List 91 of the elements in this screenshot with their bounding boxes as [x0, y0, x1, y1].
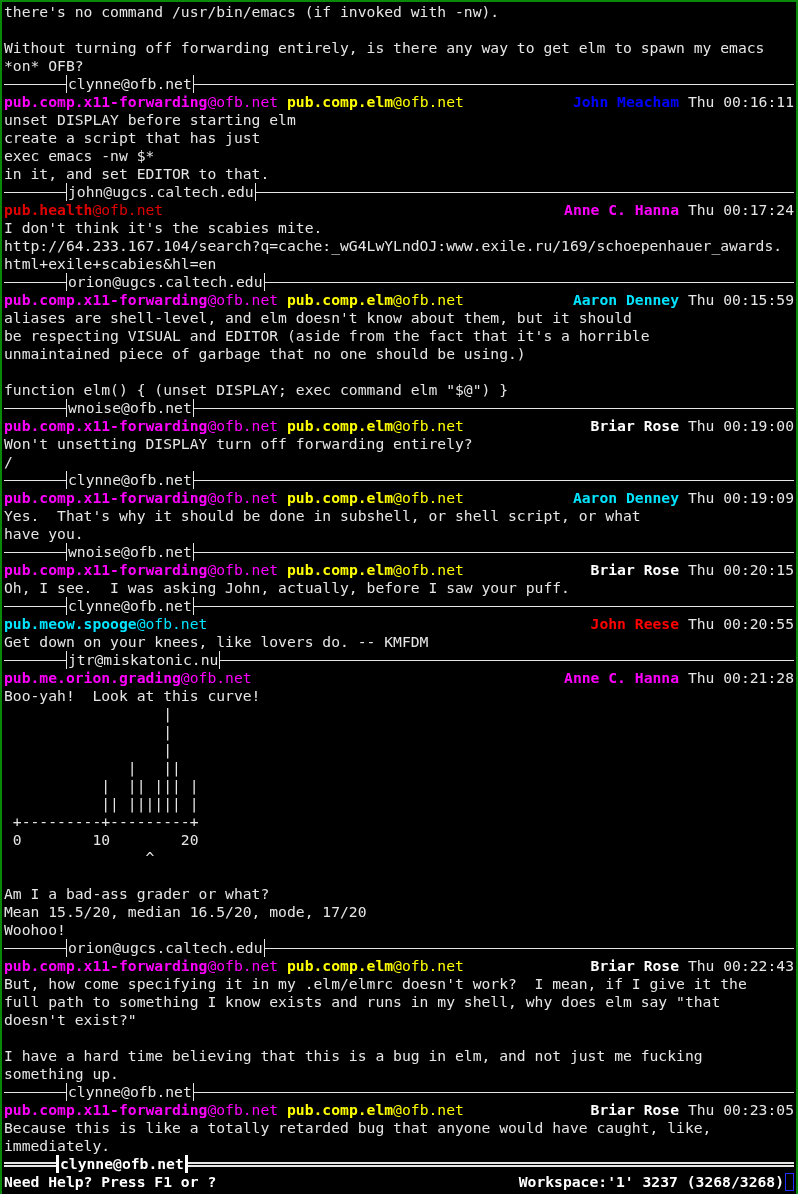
message-text-line: http://64.233.167.104/search?q=cache:_wG4LwYLndOJ:www.exile.ru/169/schoepenhauer_awards. — [4, 237, 784, 255]
message-time: Thu 00:23:05 — [687, 1101, 794, 1119]
message-text-line: | — [162, 723, 173, 741]
author-name: Aaron Denney — [572, 489, 680, 507]
group-address: pub.comp.elm@ofb.net — [287, 93, 464, 111]
group-address: pub.comp.elm@ofb.net — [287, 957, 464, 975]
message-text-line: full path to something I know exists and runs in my shell, why does elm say "that — [4, 993, 722, 1011]
group-address: pub.comp.elm@ofb.net — [287, 489, 464, 507]
sender-label: clynne@ofb.net — [66, 471, 194, 489]
message-text-line: +---------+---------+ — [11, 813, 200, 831]
message-text-line: immediately. — [4, 1137, 112, 1155]
message-text-line: be respecting VISUAL and EDITOR (aside from the fact that it's a horrible — [4, 327, 651, 345]
message-text-line: ^ — [144, 849, 156, 867]
message-text-line: || |||||| | — [100, 795, 200, 813]
sender-label: clynne@ofb.net — [66, 597, 194, 615]
sender-label: orion@ugcs.caltech.edu — [66, 273, 265, 291]
message-text-line: something up. — [4, 1065, 120, 1083]
author-name: Briar Rose — [590, 417, 680, 435]
group-address: pub.me.orion.grading@ofb.net — [4, 669, 252, 687]
message-text-line: / — [4, 453, 14, 471]
sender-label: wnoise@ofb.net — [66, 399, 194, 417]
message-time: Thu 00:19:09 — [687, 489, 794, 507]
message-text-line: Get down on your knees, like lovers do. -- KMFDM — [4, 633, 430, 651]
message-text-line: But, how come specifying it in my .elm/elmrc doesn't work? I mean, if I give it the — [4, 975, 748, 993]
group-address: pub.comp.x11-forwarding@ofb.net — [4, 291, 279, 309]
message-text-line: 0 10 20 — [11, 831, 200, 849]
author-name: Anne C. Hanna — [564, 669, 680, 687]
message-text-line: *on* OFB? — [4, 57, 85, 75]
help-hint: Need Help? Press F1 or ? — [4, 1173, 217, 1191]
group-address: pub.comp.elm@ofb.net — [287, 561, 464, 579]
message-text-line: Because this is like a totally retarded bug that anyone would have caught, like, — [4, 1119, 713, 1137]
message-time: Thu 00:15:59 — [687, 291, 794, 309]
message-time: Thu 00:16:11 — [687, 93, 794, 111]
message-text-line: | — [162, 705, 173, 723]
message-text-line: Boo-yah! Look at this curve! — [4, 687, 262, 705]
group-address: pub.comp.x11-forwarding@ofb.net — [4, 417, 279, 435]
message-time: Thu 00:20:55 — [687, 615, 794, 633]
group-address: pub.comp.x11-forwarding@ofb.net — [4, 561, 279, 579]
message-time: Thu 00:17:24 — [687, 201, 794, 219]
message-text-line: function elm() { (unset DISPLAY; exec command elm "$@") } — [4, 381, 510, 399]
message-text-line: there's no command /usr/bin/emacs (if invoked with -nw). — [4, 3, 501, 21]
author-name: Briar Rose — [590, 957, 680, 975]
message-text-line: Yes. That's why it should be done in subshell, or shell script, or what — [4, 507, 642, 525]
sender-label: jtr@miskatonic.nu — [66, 651, 221, 669]
message-text-line: html+exile+scabies&hl=en — [4, 255, 218, 273]
sender-label: orion@ugcs.caltech.edu — [66, 939, 265, 957]
group-address: pub.meow.spooge@ofb.net — [4, 615, 208, 633]
message-time: Thu 00:20:15 — [687, 561, 794, 579]
message-text-line: unmaintained piece of garbage that no one should be using.) — [4, 345, 527, 363]
message-text-line: Oh, I see. I was asking John, actually, before I saw your puff. — [4, 579, 571, 597]
message-time: Thu 00:21:28 — [687, 669, 794, 687]
message-text-line: create a script that has just — [4, 129, 262, 147]
sender-label: clynne@ofb.net — [56, 1155, 188, 1173]
group-address: pub.comp.elm@ofb.net — [287, 417, 464, 435]
group-address: pub.comp.elm@ofb.net — [287, 1101, 464, 1119]
message-time: Thu 00:22:43 — [687, 957, 794, 975]
sender-label: john@ugcs.caltech.edu — [66, 183, 256, 201]
author-name: Aaron Denney — [572, 291, 680, 309]
group-address: pub.comp.x11-forwarding@ofb.net — [4, 489, 279, 507]
message-text-line: | — [162, 741, 173, 759]
message-text-line: Won't unsetting DISPLAY turn off forwarding entirely? — [4, 435, 474, 453]
message-text-line: unset DISPLAY before starting elm — [4, 111, 297, 129]
message-text-line: Without turning off forwarding entirely, is there any way to get elm to spawn my emacs — [4, 39, 766, 57]
message-text-line: I don't think it's the scabies mite. — [4, 219, 324, 237]
message-text-line: have you. — [4, 525, 85, 543]
message-text-line: Mean 15.5/20, median 16.5/20, mode, 17/20 — [4, 903, 368, 921]
message-text-line: in it, and set EDITOR to that. — [4, 165, 271, 183]
author-name: Briar Rose — [590, 561, 680, 579]
sender-label: wnoise@ofb.net — [66, 543, 194, 561]
author-name: Briar Rose — [590, 1101, 680, 1119]
author-name: John Meacham — [572, 93, 680, 111]
message-time: Thu 00:19:00 — [687, 417, 794, 435]
author-name: John Reese — [590, 615, 680, 633]
message-text-line: exec emacs -nw $* — [4, 147, 156, 165]
message-text-line: | || ||| | — [100, 777, 200, 795]
message-text-line: doesn't exist?" — [4, 1011, 138, 1029]
group-address: pub.health@ofb.net — [4, 201, 164, 219]
sender-label: clynne@ofb.net — [66, 1083, 194, 1101]
text-cursor — [785, 1173, 794, 1191]
group-address: pub.comp.elm@ofb.net — [287, 291, 464, 309]
group-address: pub.comp.x11-forwarding@ofb.net — [4, 1101, 279, 1119]
author-name: Anne C. Hanna — [564, 201, 680, 219]
message-text-line: Am I a bad-ass grader or what? — [4, 885, 271, 903]
message-text-line: I have a hard time believing that this is a bug in elm, and not just me fucking — [4, 1047, 704, 1065]
message-text-line: aliases are shell-level, and elm doesn't know about them, but it should — [4, 309, 633, 327]
group-address: pub.comp.x11-forwarding@ofb.net — [4, 957, 279, 975]
message-text-line: Woohoo! — [4, 921, 67, 939]
message-text-line: | || — [126, 759, 182, 777]
sender-label: clynne@ofb.net — [66, 75, 194, 93]
workspace-position: Workspace:'1' 3237 (3268/3268) — [518, 1173, 784, 1191]
group-address: pub.comp.x11-forwarding@ofb.net — [4, 93, 279, 111]
